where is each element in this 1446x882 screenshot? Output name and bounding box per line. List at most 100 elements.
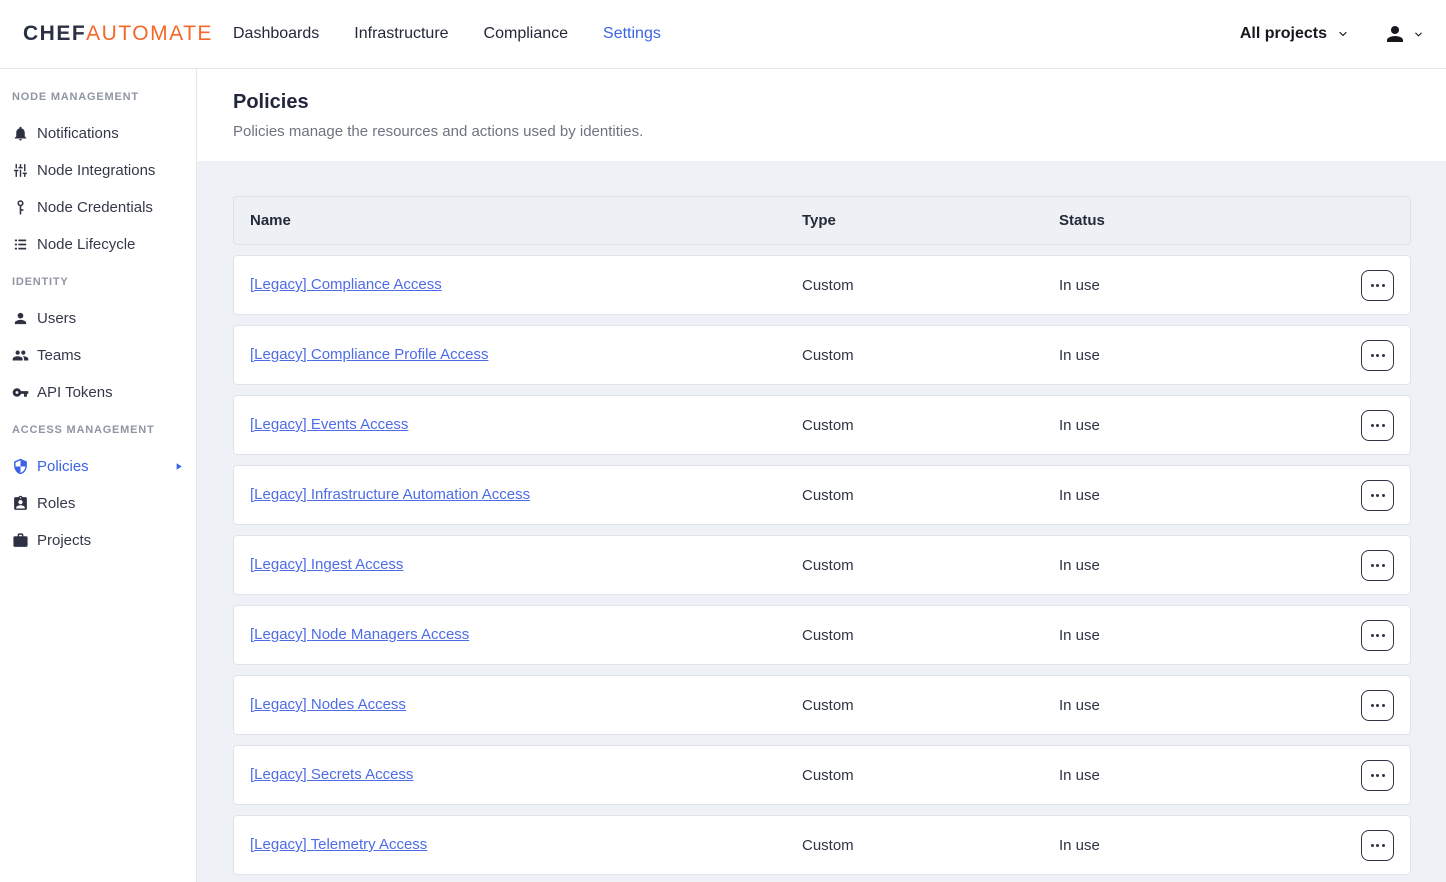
policy-link[interactable]: [Legacy] Telemetry Access — [250, 836, 427, 853]
policy-link[interactable]: [Legacy] Compliance Access — [250, 276, 442, 293]
policy-link[interactable]: [Legacy] Infrastructure Automation Acces… — [250, 486, 530, 503]
list-icon — [12, 236, 29, 253]
policy-type: Custom — [802, 557, 1059, 574]
policy-name-cell: [Legacy] Infrastructure Automation Acces… — [250, 486, 802, 504]
policy-type: Custom — [802, 487, 1059, 504]
policy-link[interactable]: [Legacy] Secrets Access — [250, 766, 413, 783]
policy-status: In use — [1059, 697, 1346, 714]
page-header: Policies Policies manage the resources a… — [197, 69, 1446, 161]
policy-row: [Legacy] Secrets AccessCustomIn use — [233, 745, 1411, 805]
policy-name-cell: [Legacy] Telemetry Access — [250, 836, 802, 854]
row-actions-menu-button[interactable] — [1361, 550, 1394, 581]
row-actions-menu-button[interactable] — [1361, 690, 1394, 721]
policy-name-cell: [Legacy] Secrets Access — [250, 766, 802, 784]
policy-name-cell: [Legacy] Ingest Access — [250, 556, 802, 574]
sidebar-item-policies[interactable]: Policies — [0, 448, 196, 485]
row-actions-menu-button[interactable] — [1361, 830, 1394, 861]
policy-type: Custom — [802, 837, 1059, 854]
policy-row: [Legacy] Compliance Profile Access Custom… — [233, 325, 1411, 385]
policy-link[interactable]: [Legacy] Ingest Access — [250, 556, 403, 573]
chevron-down-icon — [1337, 28, 1349, 40]
person-icon — [12, 310, 29, 327]
nav-tab-settings[interactable]: Settings — [603, 25, 661, 43]
sliders-icon — [12, 162, 29, 179]
page-title: Policies — [233, 91, 1410, 114]
sidebar-item-label: Policies — [37, 458, 89, 475]
sidebar-item-roles[interactable]: Roles — [0, 485, 196, 522]
policy-link[interactable]: [Legacy] Nodes Access — [250, 696, 406, 713]
user-avatar-icon — [1383, 22, 1407, 46]
logo-automate: AUTOMATE — [86, 22, 213, 46]
sidebar-section-title: IDENTITY — [0, 263, 196, 300]
main-content: Policies Policies manage the resources a… — [197, 69, 1446, 882]
row-actions-menu-button[interactable] — [1361, 340, 1394, 371]
row-actions-menu-button[interactable] — [1361, 480, 1394, 511]
people-icon — [12, 347, 29, 364]
sidebar-item-teams[interactable]: Teams — [0, 337, 196, 374]
chef-automate-logo: CHEFAUTOMATE — [23, 22, 233, 46]
column-header-status: Status — [1059, 212, 1346, 229]
sidebar-item-label: Users — [37, 310, 76, 327]
settings-sidebar: NODE MANAGEMENT Notifications Node Integra… — [0, 69, 197, 882]
column-header-name: Name — [250, 212, 802, 229]
row-actions-menu-button[interactable] — [1361, 410, 1394, 441]
policy-type: Custom — [802, 627, 1059, 644]
policy-link[interactable]: [Legacy] Events Access — [250, 416, 408, 433]
policy-status: In use — [1059, 557, 1346, 574]
projects-filter-dropdown[interactable]: All projects — [1240, 25, 1349, 43]
projects-filter-label: All projects — [1240, 25, 1327, 43]
topbar-right: All projects — [1240, 22, 1446, 46]
row-actions-menu-button[interactable] — [1361, 760, 1394, 791]
sidebar-section-title: NODE MANAGEMENT — [0, 78, 196, 115]
briefcase-icon — [12, 532, 29, 549]
policy-status: In use — [1059, 767, 1346, 784]
policy-row: [Legacy] Node Managers AccessCustomIn us… — [233, 605, 1411, 665]
policies-table-header: NameTypeStatus — [233, 196, 1411, 245]
policy-type: Custom — [802, 417, 1059, 434]
top-navbar: CHEFAUTOMATE Dashboards Infrastructure Com… — [0, 0, 1446, 69]
policy-status: In use — [1059, 347, 1346, 364]
sidebar-item-label: Node Lifecycle — [37, 236, 135, 253]
badge-icon — [12, 495, 29, 512]
chevron-down-icon — [1413, 29, 1424, 40]
policy-link[interactable]: [Legacy] Compliance Profile Access — [250, 346, 488, 363]
row-actions-menu-button[interactable] — [1361, 270, 1394, 301]
policy-row: [Legacy] Infrastructure Automation Acces… — [233, 465, 1411, 525]
nav-tab-compliance[interactable]: Compliance — [484, 25, 568, 43]
policy-row: [Legacy] Compliance Access CustomIn use — [233, 255, 1411, 315]
sidebar-item-notifications[interactable]: Notifications — [0, 115, 196, 152]
policies-content: NameTypeStatus [Legacy] Compliance Acces… — [197, 161, 1446, 882]
policy-name-cell: [Legacy] Compliance Access — [250, 276, 802, 294]
sidebar-item-label: Teams — [37, 347, 81, 364]
policy-row: [Legacy] Ingest Access CustomIn use — [233, 535, 1411, 595]
user-menu[interactable] — [1383, 22, 1424, 46]
policy-type: Custom — [802, 277, 1059, 294]
sidebar-item-node-lifecycle[interactable]: Node Lifecycle — [0, 226, 196, 263]
sidebar-section-title: ACCESS MANAGEMENT — [0, 411, 196, 448]
nav-tab-dashboards[interactable]: Dashboards — [233, 25, 319, 43]
sidebar-item-label: Node Credentials — [37, 199, 153, 216]
policy-type: Custom — [802, 347, 1059, 364]
nav-tab-infrastructure[interactable]: Infrastructure — [354, 25, 448, 43]
triangle-right-icon — [173, 461, 184, 472]
policy-row: [Legacy] Events Access CustomIn use — [233, 395, 1411, 455]
policy-name-cell: [Legacy] Events Access — [250, 416, 802, 434]
shield-icon — [12, 458, 29, 475]
sidebar-item-label: Projects — [37, 532, 91, 549]
sidebar-item-label: Notifications — [37, 125, 119, 142]
sidebar-item-label: Roles — [37, 495, 75, 512]
policy-status: In use — [1059, 417, 1346, 434]
logo-chef: CHEF — [23, 22, 86, 46]
sidebar-item-users[interactable]: Users — [0, 300, 196, 337]
policy-link[interactable]: [Legacy] Node Managers Access — [250, 626, 469, 643]
bell-icon — [12, 125, 29, 142]
policy-name-cell: [Legacy] Node Managers Access — [250, 626, 802, 644]
sidebar-item-node-credentials[interactable]: Node Credentials — [0, 189, 196, 226]
sidebar-item-projects[interactable]: Projects — [0, 522, 196, 559]
column-header-type: Type — [802, 212, 1059, 229]
sidebar-item-api-tokens[interactable]: API Tokens — [0, 374, 196, 411]
sidebar-item-node-integrations[interactable]: Node Integrations — [0, 152, 196, 189]
row-actions-menu-button[interactable] — [1361, 620, 1394, 651]
policy-name-cell: [Legacy] Compliance Profile Access — [250, 346, 802, 364]
policy-status: In use — [1059, 277, 1346, 294]
